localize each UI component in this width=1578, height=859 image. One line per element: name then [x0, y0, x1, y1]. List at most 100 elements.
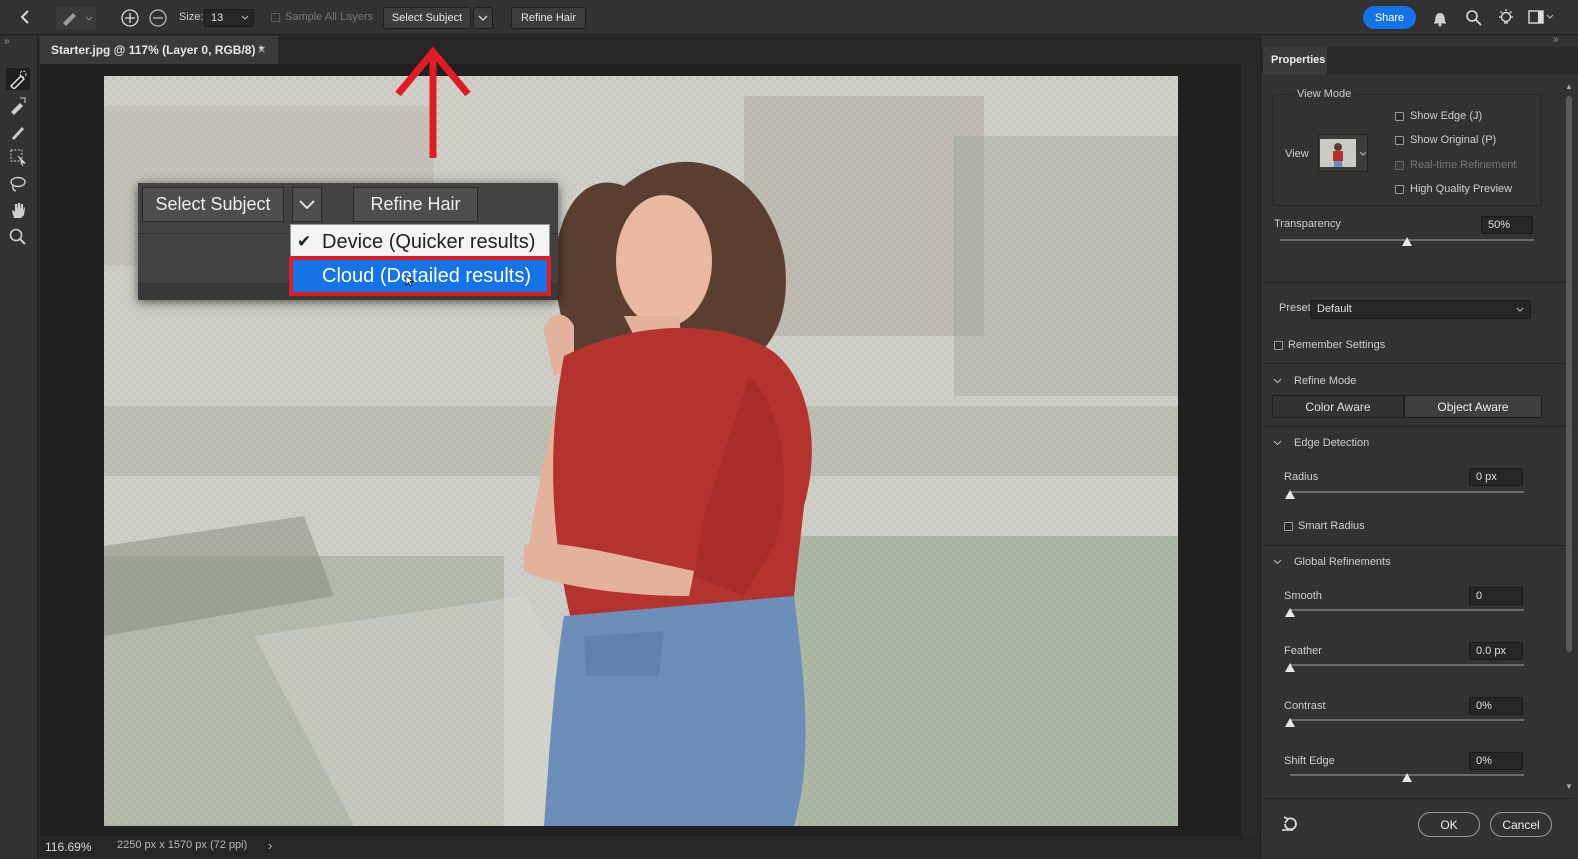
object-aware-label: Object Aware	[1437, 399, 1509, 414]
smart-radius-label: Smart Radius	[1298, 520, 1365, 532]
feather-slider-track[interactable]	[1290, 664, 1524, 666]
quick-selection-tool-icon[interactable]	[6, 68, 30, 90]
chevron-down-icon	[299, 199, 315, 209]
transparency-label: Transparency	[1274, 218, 1341, 230]
radius-label: Radius	[1284, 471, 1319, 483]
sample-all-layers-label: Sample All Layers	[285, 11, 374, 23]
smooth-slider-thumb[interactable]	[1285, 608, 1295, 617]
contrast-slider-track[interactable]	[1290, 719, 1524, 721]
color-aware-button[interactable]: Color Aware	[1272, 395, 1404, 418]
brush-tool-icon[interactable]	[6, 120, 30, 142]
high-quality-preview-label: High Quality Preview	[1410, 183, 1513, 195]
smooth-value: 0	[1476, 590, 1483, 602]
reset-icon[interactable]	[1281, 815, 1299, 833]
feather-input[interactable]: 0.0 px	[1469, 642, 1523, 660]
zoom-tool-icon[interactable]	[6, 226, 30, 248]
document-size: 2250 px x 1570 px (72 ppi)	[117, 839, 248, 851]
object-aware-button[interactable]: Object Aware	[1404, 395, 1542, 418]
sample-all-layers-checkbox[interactable]	[271, 13, 280, 22]
callout-dropdown-button[interactable]	[292, 187, 322, 222]
contrast-input[interactable]: 0%	[1469, 697, 1523, 715]
smooth-input[interactable]: 0	[1469, 587, 1523, 605]
panel-scrollbar-up-icon[interactable]: ▲	[1565, 82, 1573, 91]
size-label: Size:	[179, 11, 204, 23]
chevron-down-icon[interactable]	[1273, 378, 1282, 384]
search-icon[interactable]	[1465, 9, 1483, 27]
cancel-button[interactable]: Cancel	[1490, 812, 1552, 837]
callout-refine-hair-button[interactable]: Refine Hair	[353, 187, 478, 222]
ok-button[interactable]: OK	[1418, 812, 1480, 837]
canvas-vertical-scrollbar[interactable]	[1241, 64, 1257, 836]
chevron-down-icon[interactable]	[1273, 440, 1282, 446]
document-tab[interactable]: Starter.jpg @ 117% (Layer 0, RGB/8) * ×	[40, 36, 278, 64]
document-tab-bar: Starter.jpg @ 117% (Layer 0, RGB/8) * ×	[40, 36, 1258, 64]
panel-divider	[1263, 545, 1575, 546]
size-value: 13	[211, 12, 224, 24]
tab-properties[interactable]: Properties	[1263, 47, 1327, 75]
hand-tool-icon[interactable]	[6, 199, 30, 221]
menu-item-device[interactable]: ✔ Device (Quicker results)	[291, 226, 549, 258]
radius-input[interactable]: 0 px	[1469, 468, 1523, 486]
view-mode-thumbnail[interactable]	[1318, 134, 1368, 172]
select-subject-button[interactable]: Select Subject	[383, 7, 471, 29]
chevron-down-icon	[1359, 151, 1367, 156]
panel-scrollbar-thumb[interactable]	[1566, 96, 1572, 652]
brush-preset-icon[interactable]	[56, 7, 96, 29]
mouse-cursor-icon	[405, 275, 415, 287]
select-subject-dropdown[interactable]	[473, 7, 493, 29]
lightbulb-icon[interactable]	[1497, 8, 1515, 28]
workspace-icon[interactable]	[1528, 9, 1554, 25]
collapse-toolbar-icon[interactable]: »	[4, 36, 10, 47]
remember-settings-checkbox[interactable]	[1274, 341, 1283, 350]
panel-scrollbar-down-icon[interactable]: ▼	[1565, 782, 1573, 791]
transparency-input[interactable]: 50%	[1481, 216, 1533, 234]
subtract-from-selection-icon[interactable]	[148, 8, 168, 28]
object-selection-tool-icon[interactable]	[6, 146, 30, 168]
radius-slider-track[interactable]	[1290, 491, 1524, 493]
lasso-tool-icon[interactable]	[6, 173, 30, 195]
show-original-checkbox[interactable]	[1395, 136, 1404, 145]
preset-label: Preset	[1279, 302, 1311, 314]
view-mode-label: View Mode	[1294, 88, 1355, 100]
radius-value: 0 px	[1476, 471, 1497, 483]
contrast-slider-thumb[interactable]	[1285, 718, 1295, 727]
preset-select[interactable]: Default	[1310, 300, 1531, 319]
refine-hair-button[interactable]: Refine Hair	[511, 7, 586, 29]
refine-hair-label: Refine Hair	[520, 12, 577, 24]
feather-slider-thumb[interactable]	[1285, 663, 1295, 672]
shift-edge-slider-thumb[interactable]	[1402, 773, 1412, 782]
tab-properties-label: Properties	[1271, 54, 1326, 66]
status-expand-icon[interactable]: ›	[268, 838, 272, 853]
document-tab-title: Starter.jpg @ 117% (Layer 0, RGB/8) *	[51, 43, 264, 57]
menu-item-cloud-label: Cloud (Detailed results)	[322, 265, 531, 287]
contrast-value: 0%	[1476, 700, 1492, 712]
refine-edge-brush-icon[interactable]	[6, 94, 30, 116]
collapse-panel-icon[interactable]: »	[1553, 34, 1559, 45]
chevron-down-icon[interactable]	[1273, 559, 1282, 565]
panel-scrollbar[interactable]: ▲ ▼	[1564, 82, 1574, 794]
zoom-level[interactable]: 116.69%	[45, 840, 91, 854]
color-aware-label: Color Aware	[1305, 399, 1371, 414]
size-input[interactable]: 13	[204, 9, 254, 27]
high-quality-preview-checkbox[interactable]	[1395, 185, 1404, 194]
radius-slider-thumb[interactable]	[1285, 490, 1295, 499]
select-subject-label: Select Subject	[391, 12, 463, 24]
callout-select-subject-button[interactable]: Select Subject	[142, 187, 284, 222]
back-icon[interactable]	[18, 9, 32, 25]
bell-icon[interactable]	[1432, 9, 1448, 27]
feather-label: Feather	[1284, 645, 1322, 657]
panel-divider	[1263, 798, 1575, 799]
transparency-slider-thumb[interactable]	[1402, 237, 1412, 246]
share-button[interactable]: Share	[1363, 6, 1416, 29]
show-edge-checkbox[interactable]	[1395, 112, 1404, 121]
callout-select-subject-label: Select Subject	[155, 194, 271, 214]
add-to-selection-icon[interactable]	[120, 8, 140, 28]
ok-label: OK	[1440, 817, 1458, 832]
close-tab-icon[interactable]: ×	[258, 42, 266, 57]
shift-edge-input[interactable]: 0%	[1469, 752, 1523, 770]
panel-divider	[1263, 282, 1575, 283]
smart-radius-checkbox[interactable]	[1284, 522, 1293, 531]
panel-divider	[1263, 426, 1575, 427]
menu-item-cloud[interactable]: Cloud (Detailed results)	[289, 256, 551, 296]
smooth-slider-track[interactable]	[1290, 609, 1524, 611]
